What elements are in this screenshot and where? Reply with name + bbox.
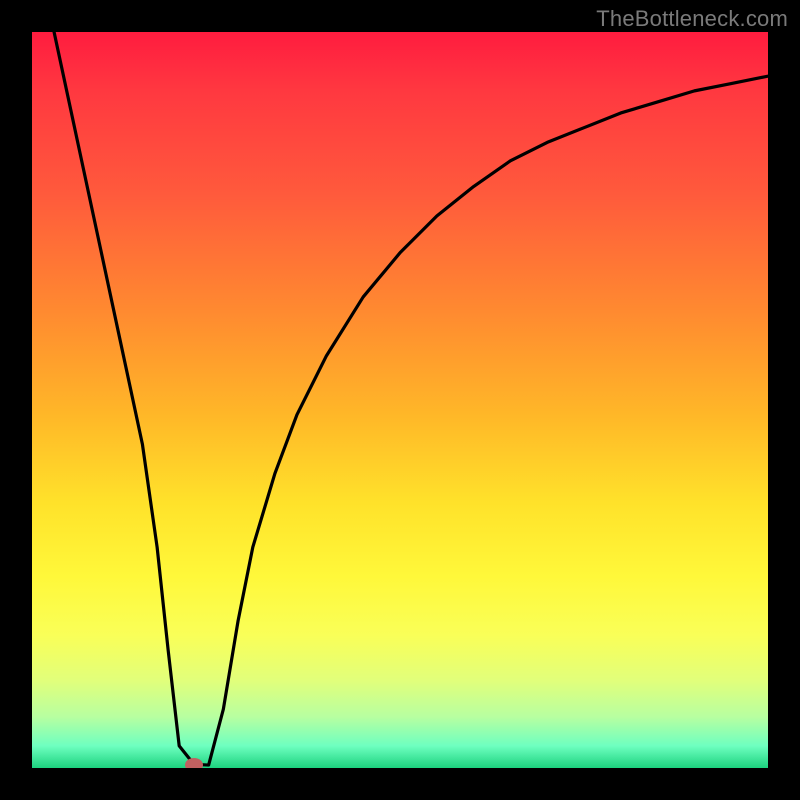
chart-marker-icon [185,758,203,768]
chart-curve [32,32,768,768]
watermark-text: TheBottleneck.com [596,6,788,32]
chart-frame: TheBottleneck.com [0,0,800,800]
chart-plot-area [32,32,768,768]
